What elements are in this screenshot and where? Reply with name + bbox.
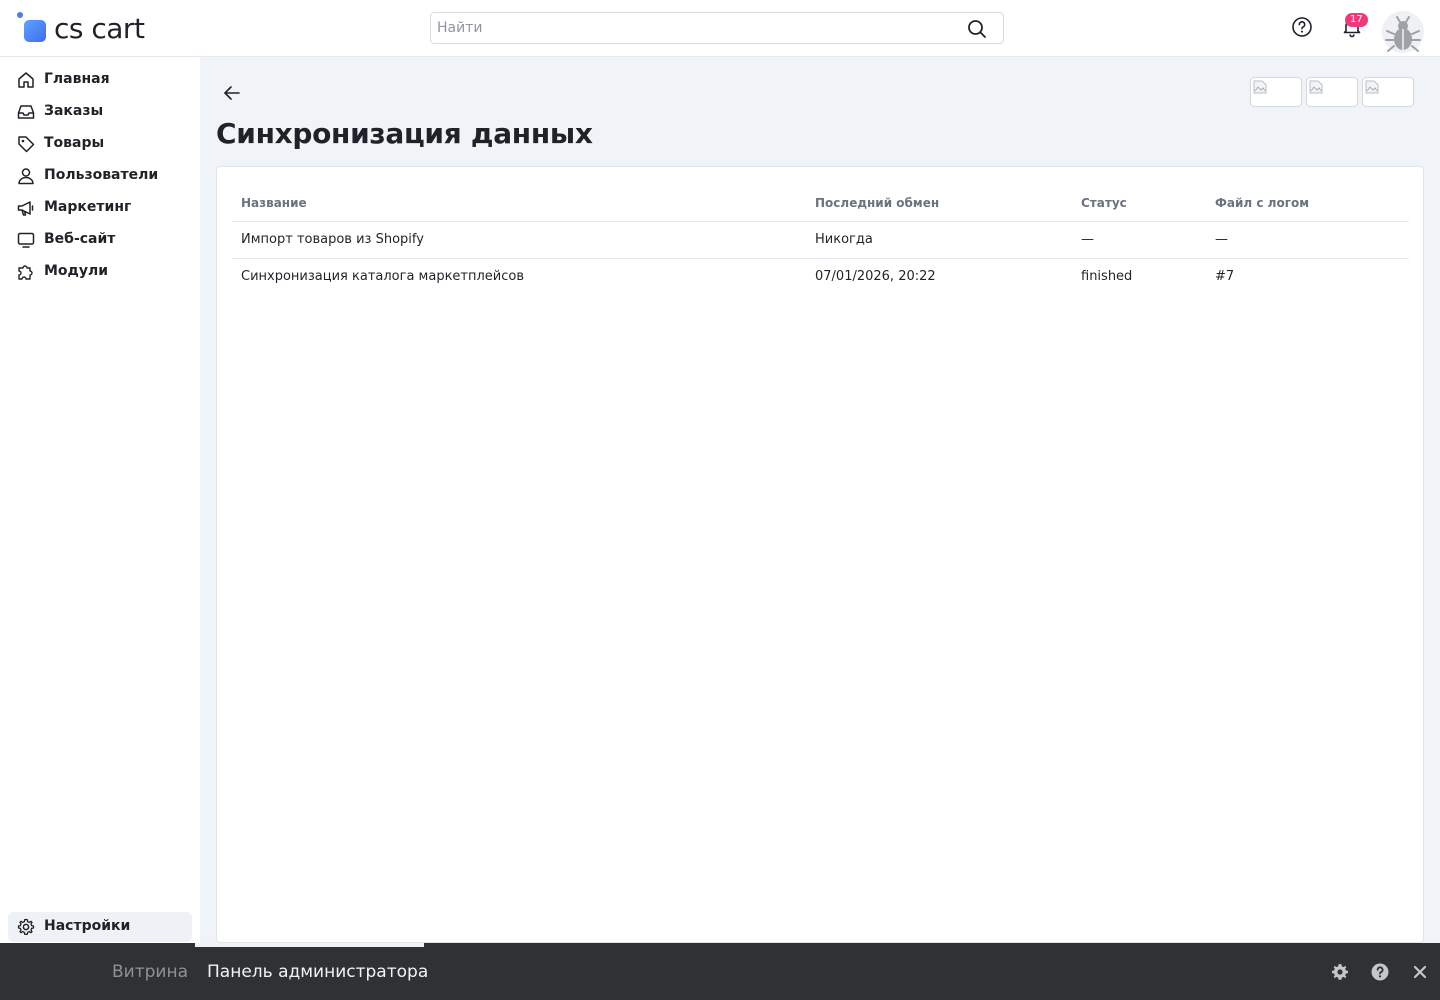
avatar[interactable]: [1382, 11, 1424, 53]
toolbar-button-3[interactable]: [1362, 77, 1414, 107]
last-exchange-cell: 07/01/2026, 20:22: [815, 269, 936, 284]
sidebar-item-label: Пользователи: [44, 167, 159, 183]
logo-text: cs cart: [54, 12, 145, 45]
top-header: cs cart 17: [0, 0, 1440, 57]
help-icon[interactable]: [1370, 962, 1390, 982]
column-header-last-exchange[interactable]: Последний обмен: [815, 185, 939, 221]
back-arrow-icon[interactable]: [220, 81, 244, 105]
sidebar-item-orders[interactable]: Заказы: [8, 97, 192, 127]
search-input[interactable]: [437, 13, 957, 43]
bug-icon: [1385, 16, 1421, 52]
log-file-link[interactable]: #7: [1215, 259, 1234, 295]
sidebar-item-label: Заказы: [44, 103, 104, 119]
sidebar-item-label: Настройки: [44, 918, 131, 934]
sidebar-item-website[interactable]: Веб-сайт: [8, 225, 192, 255]
status-cell: finished: [1081, 269, 1133, 284]
admin-panel-tab[interactable]: Панель администратора: [207, 962, 428, 982]
active-tab-indicator: [195, 943, 424, 947]
sidebar-item-label: Маркетинг: [44, 199, 132, 215]
broken-image-icon: [1309, 80, 1323, 94]
sidebar-item-home[interactable]: Главная: [8, 65, 192, 95]
table-row: Импорт товаров из Shopify Никогда — —: [232, 222, 1409, 259]
megaphone-icon: [17, 201, 34, 216]
sidebar-item-marketing[interactable]: Маркетинг: [8, 193, 192, 223]
toolbar-button-2[interactable]: [1306, 77, 1358, 107]
sidebar-item-label: Главная: [44, 71, 110, 87]
sync-name-cell[interactable]: Синхронизация каталога маркетплейсов: [241, 259, 524, 295]
sidebar-item-label: Товары: [44, 135, 105, 151]
logo[interactable]: cs cart: [16, 12, 145, 46]
storefront-tab[interactable]: Витрина: [112, 962, 188, 982]
sidebar-item-products[interactable]: Товары: [8, 129, 192, 159]
sidebar-item-label: Модули: [44, 263, 109, 279]
table-header-row: Название Последний обмен Статус Файл с л…: [232, 185, 1409, 222]
sidebar-item-settings[interactable]: Настройки: [8, 912, 192, 942]
status-cell: —: [1081, 232, 1094, 247]
log-file-cell: —: [1215, 232, 1228, 247]
toolbar-button-1[interactable]: [1250, 77, 1302, 107]
user-icon: [18, 168, 34, 185]
gear-icon[interactable]: [1330, 962, 1350, 982]
sync-name-cell[interactable]: Импорт товаров из Shopify: [241, 222, 424, 258]
gear-icon: [17, 918, 35, 935]
tag-icon: [18, 136, 35, 153]
search-icon[interactable]: [967, 19, 987, 39]
puzzle-icon: [18, 265, 33, 280]
sync-table: Название Последний обмен Статус Файл с л…: [232, 185, 1409, 296]
column-header-name[interactable]: Название: [241, 185, 307, 221]
close-icon[interactable]: [1410, 962, 1430, 982]
bottom-bar: Витрина Панель администратора: [0, 943, 1440, 1000]
last-exchange-cell: Никогда: [815, 232, 873, 247]
help-icon[interactable]: [1291, 16, 1313, 38]
search-box: [430, 12, 1004, 44]
home-icon: [18, 72, 34, 88]
logo-mark-icon: [16, 12, 50, 46]
column-header-log-file[interactable]: Файл с логом: [1215, 185, 1309, 221]
main-content: Синхронизация данных Название Последний …: [200, 57, 1440, 943]
sidebar-item-modules[interactable]: Модули: [8, 257, 192, 287]
inbox-icon: [17, 105, 35, 119]
column-header-status[interactable]: Статус: [1081, 185, 1127, 221]
broken-image-icon: [1253, 80, 1267, 94]
monitor-icon: [17, 232, 35, 248]
notification-badge: 17: [1345, 13, 1368, 27]
sidebar-item-label: Веб-сайт: [44, 231, 116, 247]
table-row: Синхронизация каталога маркетплейсов 07/…: [232, 259, 1409, 296]
sidebar-item-users[interactable]: Пользователи: [8, 161, 192, 191]
broken-image-icon: [1365, 80, 1379, 94]
sidebar: Главная Заказы Товары Пользователи Марке…: [0, 57, 200, 943]
page-title: Синхронизация данных: [216, 117, 593, 150]
sync-table-card: Название Последний обмен Статус Файл с л…: [216, 166, 1424, 943]
